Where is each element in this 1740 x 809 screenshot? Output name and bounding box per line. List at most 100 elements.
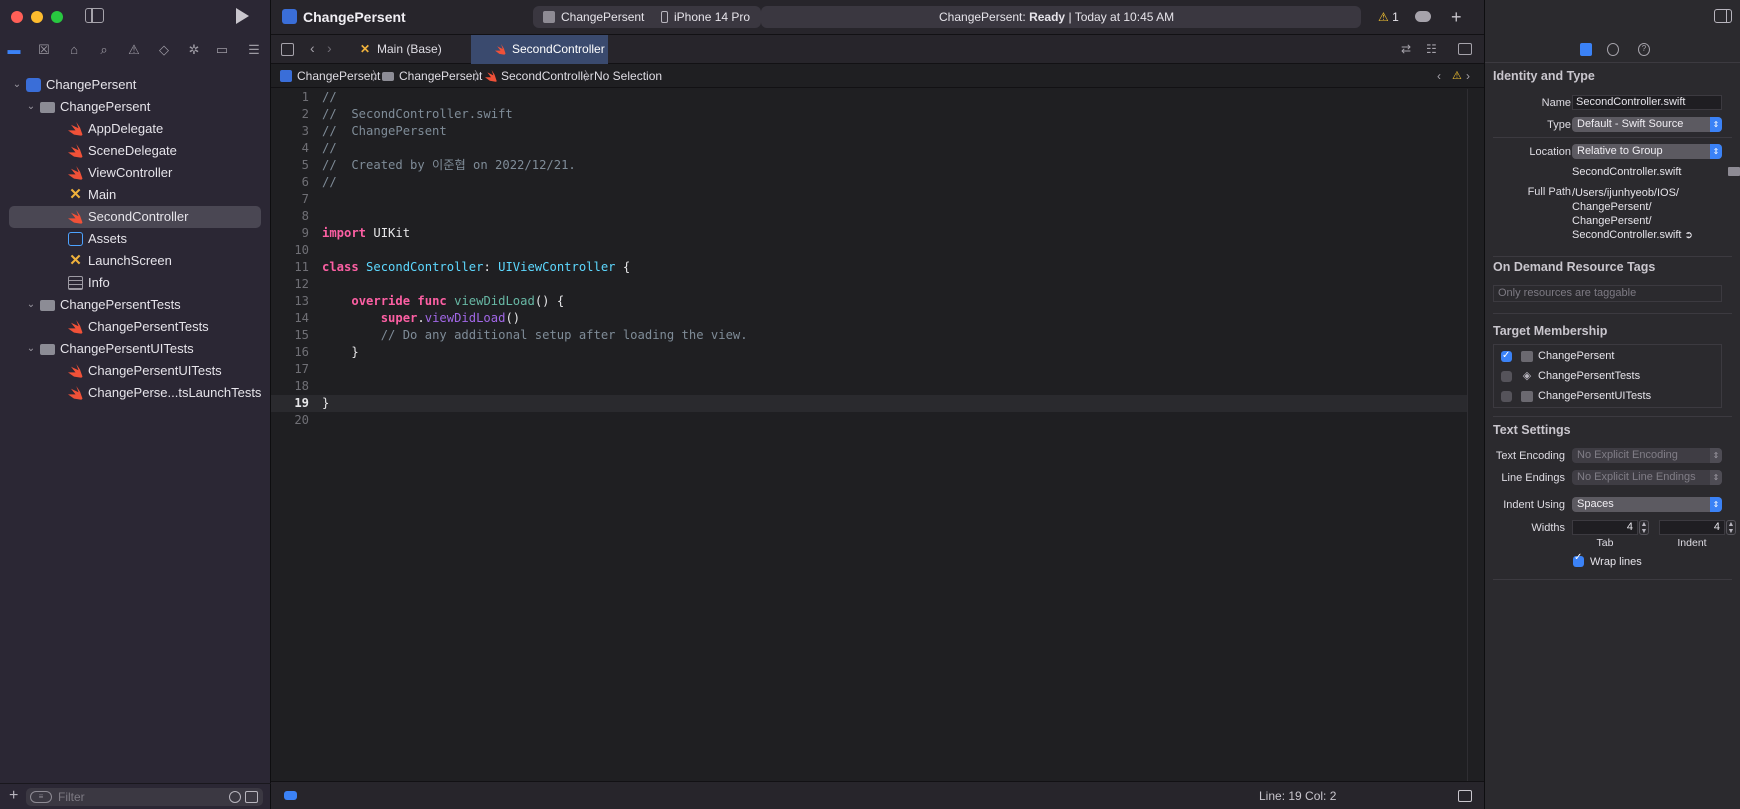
membership-row[interactable]: ChangePersentUITests <box>1494 387 1721 405</box>
indent-width-field[interactable]: 4 <box>1659 520 1725 535</box>
run-button[interactable] <box>236 8 249 24</box>
code-line[interactable]: 5 // Created by 이준협 on 2022/12/21. <box>271 157 1467 174</box>
code-line[interactable]: 10 <box>271 242 1467 259</box>
tree-item[interactable]: ⌄ ChangePersentTests <box>0 294 271 316</box>
tree-item[interactable]: ✕ LaunchScreen <box>0 250 271 272</box>
code-line[interactable]: 1 // <box>271 89 1467 106</box>
reveal-arrow-icon[interactable]: ➲ <box>1685 230 1693 241</box>
folder-icon[interactable]: ▬ <box>6 42 22 58</box>
tree-item[interactable]: Info <box>0 272 271 294</box>
code-line[interactable]: 13 override func viewDidLoad() { <box>271 293 1467 310</box>
name-field[interactable]: SecondController.swift <box>1572 95 1722 110</box>
code-line[interactable]: 11 class SecondController: UIViewControll… <box>271 259 1467 276</box>
crumb-selection[interactable]: No Selection <box>594 64 662 88</box>
split-editor-icon[interactable] <box>1458 43 1472 55</box>
wrap-lines-option[interactable]: Wrap lines <box>1572 552 1732 570</box>
code-line[interactable]: 4 // <box>271 140 1467 157</box>
code-line[interactable]: 15 // Do any additional setup after load… <box>271 327 1467 344</box>
inspector-toggle-icon[interactable] <box>1714 9 1732 23</box>
window-zoom-button[interactable] <box>51 11 63 23</box>
location-popup[interactable]: Relative to Group ⇕ <box>1572 144 1722 159</box>
disclosure-chevron-icon[interactable]: ⌄ <box>25 338 37 360</box>
history-clock-icon[interactable] <box>1607 43 1619 56</box>
disclosure-chevron-icon[interactable]: ⌄ <box>25 294 37 316</box>
indent-width-stepper[interactable]: ▲ ▼ <box>1726 520 1736 535</box>
membership-row[interactable]: ◈ ChangePersentTests <box>1494 367 1721 385</box>
issue-warning-icon[interactable]: ⚠ <box>126 42 142 58</box>
tree-item[interactable]: Assets <box>0 228 271 250</box>
tags-field[interactable]: Only resources are taggable <box>1493 285 1722 302</box>
code-line[interactable]: 8 <box>271 208 1467 225</box>
tree-item[interactable]: ✕ Main <box>0 184 271 206</box>
membership-row[interactable]: ChangePersent <box>1494 347 1721 365</box>
disclosure-chevron-icon[interactable]: ⌄ <box>11 74 23 96</box>
scheme-name[interactable]: ChangePersent <box>561 6 644 28</box>
source-control-icon[interactable]: ☒ <box>36 42 52 58</box>
scheme-selector[interactable]: ChangePersent iPhone 14 Pro <box>533 6 761 28</box>
tree-item[interactable]: ⌄ ChangePersent <box>0 96 271 118</box>
cloud-icon[interactable] <box>1415 11 1431 22</box>
refresh-canvas-icon[interactable]: ⇄ <box>1401 43 1415 55</box>
forward-icon[interactable]: › <box>327 40 332 56</box>
code-line[interactable]: 20 <box>271 412 1467 429</box>
file-inspector-icon[interactable] <box>1580 43 1592 56</box>
code-line[interactable]: 18 <box>271 378 1467 395</box>
type-popup[interactable]: Default - Swift Source ⇕ <box>1572 117 1722 132</box>
code-line[interactable]: 6 // <box>271 174 1467 191</box>
warning-badge[interactable]: ⚠ 1 <box>1378 6 1399 28</box>
tab-second-controller[interactable]: SecondController <box>471 35 608 64</box>
source-editor[interactable]: 1 // 2 // SecondController.swift 3 // ChangeP… <box>271 89 1467 781</box>
window-minimize-button[interactable] <box>31 11 43 23</box>
tree-item[interactable]: ⌄ ChangePersent <box>0 74 271 96</box>
window-close-button[interactable] <box>11 11 23 23</box>
crumb-file[interactable]: SecondController <box>501 64 594 88</box>
code-line[interactable]: 16 } <box>271 344 1467 361</box>
editor-scrollbar[interactable] <box>1467 89 1484 781</box>
debug-spray-icon[interactable]: ✲ <box>186 42 202 58</box>
add-file-icon[interactable]: + <box>9 787 18 805</box>
disclosure-chevron-icon[interactable]: ⌄ <box>25 96 37 118</box>
crumb-group[interactable]: ChangePersent <box>399 64 482 88</box>
code-line[interactable]: 19} <box>271 395 1467 412</box>
membership-checkbox[interactable] <box>1501 347 1512 365</box>
sidebar-toggle-icon[interactable] <box>85 8 104 23</box>
tab-width-stepper[interactable]: ▲ ▼ <box>1639 520 1649 535</box>
add-library-button[interactable]: + <box>1451 0 1462 34</box>
code-line[interactable]: 9 import UIKit <box>271 225 1467 242</box>
test-diamond-icon[interactable]: ◇ <box>156 42 172 58</box>
editor-options-icon[interactable]: ☷ <box>1426 43 1440 55</box>
tree-item[interactable]: AppDelegate <box>0 118 271 140</box>
code-line[interactable]: 3 // ChangePersent <box>271 123 1467 140</box>
tree-item[interactable]: SecondController <box>0 206 271 228</box>
tree-item[interactable]: SceneDelegate <box>0 140 271 162</box>
back-icon[interactable]: ‹ <box>310 40 315 56</box>
quick-help-icon[interactable]: ? <box>1638 43 1650 56</box>
warning-icon[interactable]: ⚠ <box>1452 64 1462 88</box>
related-items-icon[interactable] <box>281 43 294 56</box>
reveal-folder-icon[interactable] <box>1728 167 1740 176</box>
tree-item[interactable]: ChangePerse...tsLaunchTests <box>0 382 271 404</box>
wrap-lines-checkbox[interactable] <box>1573 552 1584 567</box>
tab-main-base[interactable]: ✕ Main (Base) <box>346 35 491 64</box>
code-line[interactable]: 12 <box>271 276 1467 293</box>
indent-using-popup[interactable]: Spaces ⇕ <box>1572 497 1722 512</box>
next-issue-icon[interactable]: › <box>1466 64 1470 88</box>
device-name[interactable]: iPhone 14 Pro <box>674 6 750 28</box>
crumb-project[interactable]: ChangePersent <box>297 64 380 88</box>
symbol-hierarchy-icon[interactable]: ⌂ <box>66 42 82 58</box>
source-control-filter-icon[interactable] <box>245 791 258 803</box>
membership-checkbox[interactable] <box>1501 371 1512 382</box>
tab-width-field[interactable]: 4 <box>1572 520 1638 535</box>
encoding-popup[interactable]: No Explicit Encoding ⇕ <box>1572 448 1722 463</box>
previous-issue-icon[interactable]: ‹ <box>1437 64 1441 88</box>
filter-options-icon[interactable]: ≡ <box>30 791 52 803</box>
recent-files-icon[interactable] <box>229 791 241 803</box>
breakpoint-icon[interactable]: ▭ <box>214 42 230 58</box>
search-icon[interactable]: ⌕ <box>96 42 112 58</box>
filter-input[interactable]: Filter <box>58 788 85 806</box>
tree-item[interactable]: ChangePersentUITests <box>0 360 271 382</box>
debug-area-toggle-icon[interactable] <box>284 791 297 800</box>
tree-item[interactable]: ChangePersentTests <box>0 316 271 338</box>
filter-field[interactable]: ≡ Filter <box>26 788 263 806</box>
console-toggle-icon[interactable] <box>1458 790 1472 802</box>
